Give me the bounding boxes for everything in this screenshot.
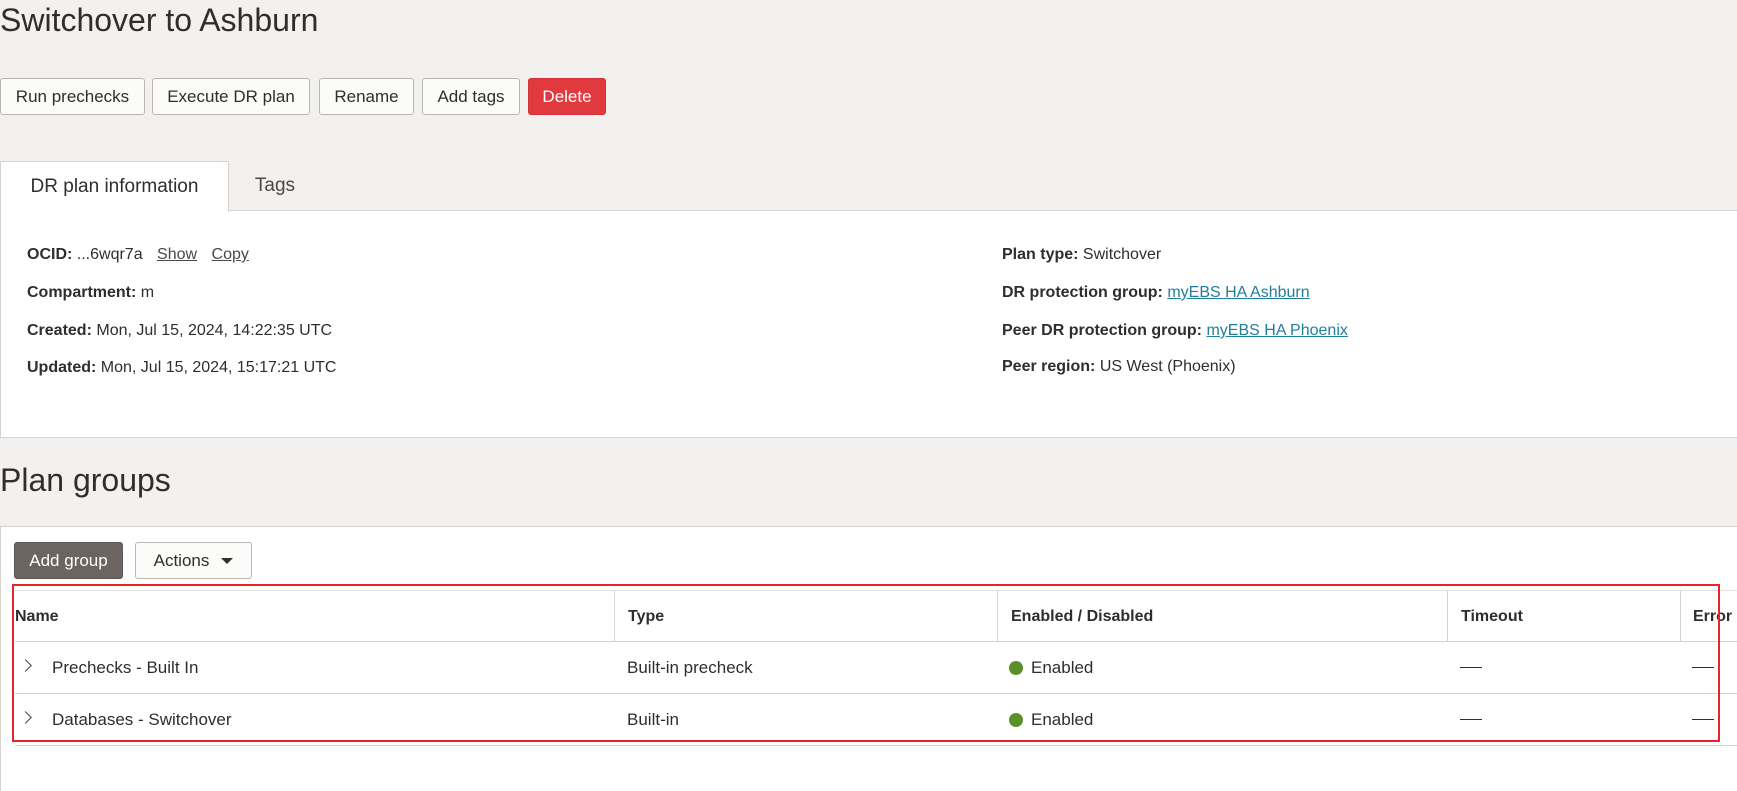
plan-groups-panel: Add group Actions Name Type Enabled / Di… [0,526,1737,791]
compartment-value: m [140,284,155,301]
dr-protection-group-label: DR protection group: [1002,284,1163,301]
plan-type-row: Plan type: Switchover [1002,246,1161,264]
row-name: Databases - Switchover [52,709,232,729]
row-status: Enabled [1009,642,1439,693]
row-type: Built-in precheck [627,657,753,677]
updated-label: Updated: [27,359,97,376]
row-timeout [1460,694,1520,745]
table-header: Name Type Enabled / Disabled Timeout Err… [15,590,1737,642]
peer-dr-protection-group-label: Peer DR protection group: [1002,322,1203,339]
status-dot-icon [1009,660,1023,675]
column-header-timeout[interactable]: Timeout [1447,591,1680,642]
created-label: Created: [27,322,92,339]
peer-dr-protection-group-link[interactable]: myEBS HA Phoenix [1206,322,1347,339]
table-row[interactable]: Prechecks - Built In Built-in precheck E… [15,642,1737,694]
run-prechecks-button[interactable]: Run prechecks [0,78,145,115]
plan-type-value: Switchover [1082,246,1162,263]
execute-dr-plan-button[interactable]: Execute DR plan [152,78,310,115]
peer-region-label: Peer region: [1002,358,1096,375]
ocid-show-link[interactable]: Show [157,246,197,263]
ocid-value: ...6wqr7a [76,246,143,263]
actions-label: Actions [153,550,210,570]
delete-button[interactable]: Delete [528,78,606,115]
ocid-row: OCID: ...6wqr7a Show Copy [27,246,249,264]
status-dot-icon [1009,712,1023,727]
actions-menu-button[interactable]: Actions [135,542,252,579]
rename-button[interactable]: Rename [319,78,414,115]
row-error [1692,694,1732,745]
row-timeout [1460,642,1520,693]
empty-value-dash [1460,718,1482,721]
updated-row: Updated: Mon, Jul 15, 2024, 15:17:21 UTC [27,359,336,377]
empty-value-dash [1460,666,1482,669]
empty-value-dash [1692,718,1714,721]
compartment-label: Compartment: [27,284,137,301]
add-group-button[interactable]: Add group [14,542,123,579]
row-type: Built-in [627,709,679,729]
tab-dr-plan-information[interactable]: DR plan information [0,161,229,212]
row-status-label: Enabled [1031,657,1094,677]
row-name: Prechecks - Built In [52,657,199,677]
column-header-error[interactable]: Error [1680,591,1737,642]
compartment-row: Compartment: m [27,284,154,302]
plan-groups-title: Plan groups [0,462,171,498]
peer-region-value: US West (Phoenix) [1099,358,1236,375]
ocid-copy-link[interactable]: Copy [212,246,249,263]
row-status-label: Enabled [1031,709,1094,729]
chevron-right-icon[interactable] [19,659,32,672]
page-title: Switchover to Ashburn [0,2,319,38]
empty-value-dash [1692,666,1714,669]
plan-type-label: Plan type: [1002,246,1079,263]
dr-plan-info-panel: OCID: ...6wqr7a Show Copy Compartment: m… [0,210,1737,438]
row-error [1692,642,1732,693]
peer-region-row: Peer region: US West (Phoenix) [1002,358,1236,376]
add-tags-button[interactable]: Add tags [422,78,520,115]
dr-plan-page: Switchover to Ashburn Run prechecks Exec… [0,0,1737,791]
created-value: Mon, Jul 15, 2024, 14:22:35 UTC [96,322,333,339]
dr-protection-group-row: DR protection group: myEBS HA Ashburn [1002,284,1310,302]
table-row[interactable]: Databases - Switchover Built-in Enabled [15,694,1737,746]
caret-down-icon [221,557,234,564]
row-status: Enabled [1009,694,1439,745]
peer-dr-protection-group-row: Peer DR protection group: myEBS HA Phoen… [1002,322,1348,340]
created-row: Created: Mon, Jul 15, 2024, 14:22:35 UTC [27,322,332,340]
column-header-type[interactable]: Type [614,591,997,642]
column-header-name[interactable]: Name [15,591,614,642]
updated-value: Mon, Jul 15, 2024, 15:17:21 UTC [100,359,337,376]
chevron-right-icon[interactable] [19,711,32,724]
ocid-label: OCID: [27,246,73,263]
dr-protection-group-link[interactable]: myEBS HA Ashburn [1167,284,1309,301]
tab-tags[interactable]: Tags [229,161,321,211]
column-header-enabled[interactable]: Enabled / Disabled [997,591,1447,642]
